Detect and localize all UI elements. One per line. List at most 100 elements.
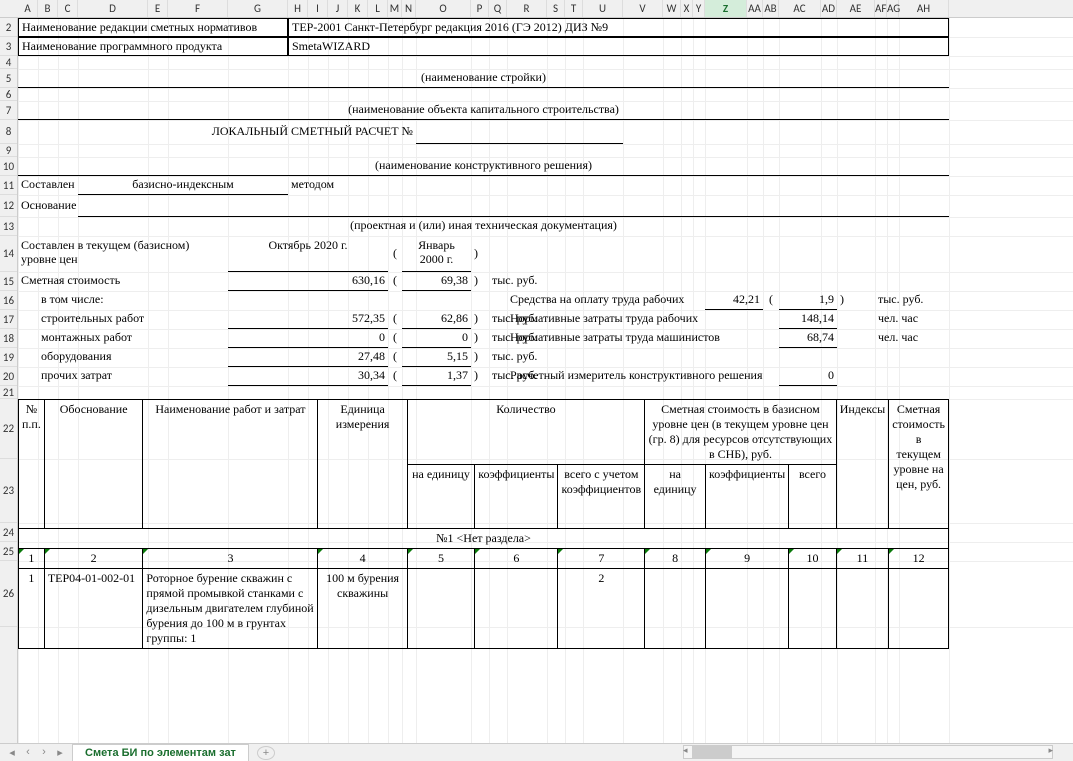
row-header-13[interactable]: 13 [0, 217, 17, 236]
row-header-8[interactable]: 8 [0, 120, 17, 144]
row-qty[interactable]: 2 [558, 569, 645, 649]
col-header-E[interactable]: E [148, 0, 168, 17]
col-header-K[interactable]: K [348, 0, 368, 17]
row-n[interactable]: 1 [19, 569, 45, 649]
sheet-tab-active[interactable]: Смета БИ по элементам зат [72, 744, 249, 761]
col-header-Y[interactable]: Y [693, 0, 705, 17]
col-header-C[interactable]: C [58, 0, 78, 17]
cell-labels-r17_m[interactable]: ( [388, 310, 402, 329]
cell-labels-r17_ac[interactable]: 148,14 [779, 310, 837, 329]
row-header-22[interactable]: 22 [0, 399, 17, 459]
col-header-AB[interactable]: AB [763, 0, 779, 17]
cell-labels-r18_g[interactable]: 0 [228, 329, 388, 348]
col-header-S[interactable]: S [547, 0, 565, 17]
cell-labels-r16_ab[interactable]: ( [763, 291, 779, 310]
cell-labels-r14_m[interactable]: ( [388, 236, 402, 272]
cell-labels-r13[interactable]: (проектная и (или) иная техническая доку… [18, 217, 949, 236]
row-header-7[interactable]: 7 [0, 101, 17, 120]
col-header-U[interactable]: U [583, 0, 623, 17]
col-header-H[interactable]: H [288, 0, 308, 17]
row-header-18[interactable]: 18 [0, 329, 17, 348]
cell-labels-r17_g[interactable]: 572,35 [228, 310, 388, 329]
row-header-14[interactable]: 14 [0, 236, 17, 272]
cell-labels-r20_r[interactable]: Расчетный измеритель конструктивного реш… [507, 367, 779, 386]
cell-labels-r11_d[interactable]: базисно-индексным [78, 176, 288, 195]
cell-labels-r18_ac[interactable]: 68,74 [779, 329, 837, 348]
col-header-AC[interactable]: AC [779, 0, 821, 17]
cell-labels-r7[interactable]: (наименование объекта капитального строи… [18, 101, 949, 120]
col-header-M[interactable]: M [388, 0, 402, 17]
cell-labels-r18_n[interactable]: 0 [402, 329, 471, 348]
row-header-21[interactable]: 21 [0, 386, 17, 399]
cell-labels-r20_ac[interactable]: 0 [779, 367, 837, 386]
row-header-10[interactable]: 10 [0, 157, 17, 176]
cell-labels-r8[interactable]: ЛОКАЛЬНЫЙ СМЕТНЫЙ РАСЧЕТ № [18, 120, 416, 144]
row-header-4[interactable]: 4 [0, 56, 17, 69]
row-c8[interactable] [645, 569, 706, 649]
cell-labels-r16_b[interactable]: в том числе: [38, 291, 228, 310]
cell-labels-r14_p[interactable]: ) [471, 236, 489, 272]
cell-labels-r14_a[interactable]: Составлен в текущем (базисном) уровне це… [18, 236, 228, 272]
cell-labels-r20_p[interactable]: ) [471, 367, 489, 386]
cell-labels-r16_ae[interactable]: ) [837, 291, 875, 310]
cell-labels-r18_af[interactable]: чел. час [875, 329, 949, 348]
h-scrollbar-thumb[interactable] [692, 746, 732, 758]
cell-labels-r14_n[interactable]: Январь 2000 г. [402, 236, 471, 272]
row-c12[interactable] [889, 569, 949, 649]
col-header-AD[interactable]: AD [821, 0, 837, 17]
cell-labels-r17_b[interactable]: строительных работ [38, 310, 228, 329]
cells[interactable]: Наименование редакции сметных нормативов… [18, 18, 1073, 743]
row-code[interactable]: ТЕР04-01-002-01 [44, 569, 143, 649]
cell-labels-r3_a[interactable]: Наименование программного продукта [18, 37, 288, 56]
col-header-Q[interactable]: Q [489, 0, 507, 17]
cell-labels-r16_z[interactable]: 42,21 [705, 291, 763, 310]
cell-labels-r2_h[interactable]: ТЕР-2001 Санкт-Петербург редакция 2016 (… [288, 18, 949, 37]
row-c11[interactable] [836, 569, 888, 649]
row-header-3[interactable]: 3 [0, 37, 17, 56]
row-header-19[interactable]: 19 [0, 348, 17, 367]
cell-labels-r3_h[interactable]: SmetaWIZARD [288, 37, 949, 56]
col-header-AH[interactable]: AH [899, 0, 949, 17]
cell-labels-r5[interactable]: (наименование стройки) [18, 69, 949, 88]
row-header-26[interactable]: 26 [0, 561, 17, 627]
col-header-B[interactable]: B [38, 0, 58, 17]
row-c5[interactable] [407, 569, 475, 649]
cell-labels-r19_g[interactable]: 27,48 [228, 348, 388, 367]
row-header-6[interactable]: 6 [0, 88, 17, 101]
col-header-R[interactable]: R [507, 0, 547, 17]
cell-labels-r19_p[interactable]: ) [471, 348, 489, 367]
col-header-O[interactable]: O [416, 0, 471, 17]
cell-labels-r19_b[interactable]: оборудования [38, 348, 228, 367]
tab-prev[interactable]: ‹ [20, 746, 36, 759]
cell-labels-r19_n[interactable]: 5,15 [402, 348, 471, 367]
col-header-AE[interactable]: AE [837, 0, 875, 17]
row-header-15[interactable]: 15 [0, 272, 17, 291]
col-header-X[interactable]: X [681, 0, 693, 17]
cell-labels-r20_n[interactable]: 1,37 [402, 367, 471, 386]
cell-labels-r15_p[interactable]: ) [471, 272, 489, 291]
col-header-A[interactable]: A [18, 0, 38, 17]
col-header-J[interactable]: J [328, 0, 348, 17]
row-header-11[interactable]: 11 [0, 176, 17, 195]
cell-labels-r16_af[interactable]: тыс. руб. [875, 291, 949, 310]
row-header-12[interactable]: 12 [0, 195, 17, 217]
col-header-D[interactable]: D [78, 0, 148, 17]
cell-labels-r18_b[interactable]: монтажных работ [38, 329, 228, 348]
cell-labels-r2_a[interactable]: Наименование редакции сметных нормативов [18, 18, 288, 37]
cell-labels-r17_af[interactable]: чел. час [875, 310, 949, 329]
cell-labels-r19_m[interactable]: ( [388, 348, 402, 367]
row-name[interactable]: Роторное бурение скважин с прямой промыв… [143, 569, 318, 649]
cell-labels-r20_m[interactable]: ( [388, 367, 402, 386]
tab-first[interactable]: ◂ [4, 746, 20, 759]
tab-last[interactable]: ▸ [52, 746, 68, 759]
cell-labels-r10[interactable]: (наименование конструктивного решения) [18, 157, 949, 176]
cell-labels-r15_m[interactable]: ( [388, 272, 402, 291]
cell-labels-r15_n[interactable]: 69,38 [402, 272, 471, 291]
col-header-Z[interactable]: Z [705, 0, 747, 17]
cell-labels-r18_p[interactable]: ) [471, 329, 489, 348]
cell-labels-r19_q[interactable]: тыс. руб. [489, 348, 583, 367]
cell-labels-r17_p[interactable]: ) [471, 310, 489, 329]
row-header-2[interactable]: 2 [0, 18, 17, 37]
row-unit[interactable]: 100 м бурения скважины [318, 569, 407, 649]
cell-labels-r18_m[interactable]: ( [388, 329, 402, 348]
